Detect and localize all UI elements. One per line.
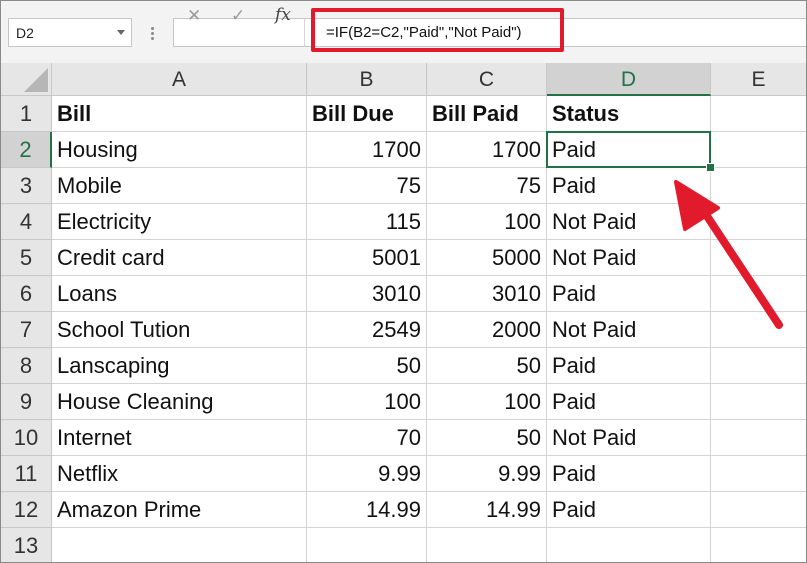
arrow-shaft xyxy=(695,200,783,329)
annotation-arrow xyxy=(674,180,783,329)
excel-window: D2 ✕ ✓ fx =IF(B2=C2,"Paid","Not Paid") A… xyxy=(0,0,807,563)
